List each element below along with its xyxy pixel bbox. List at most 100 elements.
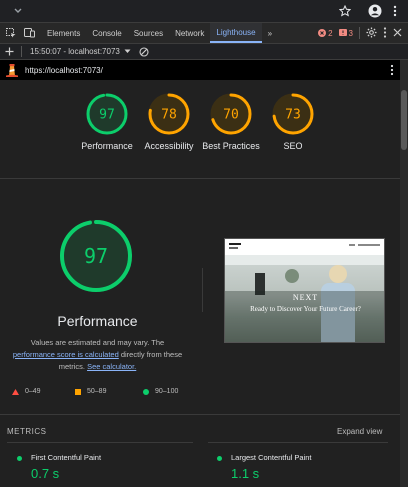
thumbnail-person-head xyxy=(329,265,347,283)
performance-note: Values are estimated and may vary. The p… xyxy=(0,337,195,373)
report-selector-value: 15:50:07 - localhost:7073 xyxy=(30,47,120,56)
tab-console-label: Console xyxy=(92,28,122,38)
lcp-metric-name: Largest Contentful Paint xyxy=(231,453,312,462)
browser-menu-icon[interactable] xyxy=(388,4,402,18)
report-selector[interactable]: 15:50:07 - localhost:7073 xyxy=(30,47,131,56)
vertical-divider xyxy=(202,268,203,312)
performance-section-title: Performance xyxy=(57,313,138,329)
note-line-1: Values are estimated and may vary. The xyxy=(30,338,165,347)
thumbnail-nav-item xyxy=(349,244,355,246)
metrics-section-label: METRICS xyxy=(7,427,47,436)
metrics-divider xyxy=(0,414,400,415)
performance-score-value: 97 xyxy=(99,108,115,123)
note-line-3: metrics. See calculator. xyxy=(0,361,195,373)
report-url-bar: https://localhost:7073/ xyxy=(0,60,400,80)
more-tabs-glyph: » xyxy=(267,28,273,38)
thumbnail-ceiling xyxy=(225,255,384,265)
legend-pass: 90–100 xyxy=(143,388,178,395)
lcp-pass-indicator xyxy=(217,456,222,461)
performance-category-label[interactable]: Performance xyxy=(72,140,142,152)
note-line-2-rest: directly from these xyxy=(118,350,183,359)
thumbnail-headline: Ready to Discover Your Future Career? xyxy=(250,305,361,313)
expand-view-toggle[interactable]: Expand view xyxy=(337,427,382,436)
legend-fail: 0–49 xyxy=(12,388,41,395)
note-line-3-pre: metrics. xyxy=(58,362,88,371)
best-practices-score-value: 70 xyxy=(223,108,239,123)
seo-score-gauge[interactable]: 73 xyxy=(271,92,315,136)
inspect-element-icon[interactable] xyxy=(0,23,20,43)
thumbnail-brand: NEXT xyxy=(292,293,319,302)
metric-row-divider-left xyxy=(7,442,193,443)
performance-large-gauge: 97 xyxy=(58,218,134,294)
metric-row-divider-right xyxy=(208,442,388,443)
accessibility-score-value: 78 xyxy=(161,108,177,123)
legend-average: 50–89 xyxy=(75,388,106,395)
fcp-metric-value: 0.7 s xyxy=(31,466,60,481)
issues-icon xyxy=(338,29,347,36)
session-divider xyxy=(21,46,22,57)
thumbnail-plant xyxy=(285,269,299,283)
error-icon xyxy=(318,29,327,37)
tab-lighthouse[interactable]: Lighthouse xyxy=(210,23,262,43)
tab-sources[interactable]: Sources xyxy=(128,23,169,43)
devtools-tab-bar: Elements Console Sources Network Lightho… xyxy=(0,22,408,44)
more-tabs-button[interactable]: » xyxy=(262,23,278,43)
devtools-toolbar-right: 2 3 xyxy=(318,23,402,43)
tab-lighthouse-label: Lighthouse xyxy=(216,27,256,37)
note-line-2: performance score is calculated directly… xyxy=(0,349,195,361)
lighthouse-session-bar: 15:50:07 - localhost:7073 xyxy=(0,44,408,60)
seo-category-label[interactable]: SEO xyxy=(258,140,328,152)
section-divider xyxy=(0,178,400,179)
thumbnail-logo-sub xyxy=(229,247,238,249)
tab-sources-label: Sources xyxy=(133,28,164,38)
bookmark-star-icon[interactable] xyxy=(338,4,352,18)
thumbnail-logo-mark xyxy=(229,243,241,245)
see-calculator-link[interactable]: See calculator. xyxy=(87,362,136,371)
lighthouse-logo-icon xyxy=(6,63,18,77)
performance-large-score: 97 xyxy=(84,244,108,268)
lcp-metric-value: 1.1 s xyxy=(231,466,260,481)
thumbnail-nav-item xyxy=(358,244,380,246)
legend-fail-range: 0–49 xyxy=(25,388,41,395)
toolbar-divider xyxy=(359,27,360,39)
legend-average-range: 50–89 xyxy=(87,388,107,395)
tab-network[interactable]: Network xyxy=(169,23,210,43)
average-square-icon xyxy=(75,388,81,395)
performance-score-gauge[interactable]: 97 xyxy=(85,92,129,136)
report-url-text[interactable]: https://localhost:7073/ xyxy=(25,66,103,75)
scrollbar-thumb[interactable] xyxy=(401,90,407,150)
profile-icon[interactable] xyxy=(368,4,382,18)
best-practices-category-label[interactable]: Best Practices xyxy=(196,140,266,152)
best-practices-score-gauge[interactable]: 70 xyxy=(209,92,253,136)
errors-counter[interactable]: 2 xyxy=(318,28,333,38)
legend-pass-range: 90–100 xyxy=(155,388,179,395)
thumbnail-hero-image: NEXT Ready to Discover Your Future Caree… xyxy=(225,255,384,342)
close-devtools-icon[interactable] xyxy=(393,28,402,39)
device-toolbar-icon[interactable] xyxy=(20,23,41,43)
tab-network-label: Network xyxy=(175,28,205,38)
browser-top-bar xyxy=(0,0,408,22)
issues-count: 3 xyxy=(348,28,353,38)
new-report-plus-icon[interactable] xyxy=(5,47,15,56)
score-calculation-link[interactable]: performance score is calculated xyxy=(13,350,119,359)
accessibility-score-gauge[interactable]: 78 xyxy=(147,92,191,136)
tab-console[interactable]: Console xyxy=(86,23,127,43)
thumbnail-site-header xyxy=(225,239,384,255)
chevron-down-icon[interactable] xyxy=(12,4,24,18)
report-scrollbar[interactable] xyxy=(400,60,408,487)
accessibility-category-label[interactable]: Accessibility xyxy=(134,140,204,152)
seo-score-value: 73 xyxy=(285,108,301,123)
report-menu-icon[interactable] xyxy=(390,64,394,78)
final-screenshot-thumbnail[interactable]: NEXT Ready to Discover Your Future Caree… xyxy=(224,238,385,343)
tab-elements[interactable]: Elements xyxy=(41,23,86,43)
settings-gear-icon[interactable] xyxy=(366,26,377,40)
devtools-menu-icon[interactable] xyxy=(383,26,387,40)
fail-triangle-icon xyxy=(12,388,19,395)
fcp-metric-name: First Contentful Paint xyxy=(31,453,102,462)
issues-counter[interactable]: 3 xyxy=(338,28,353,38)
clear-reports-icon[interactable] xyxy=(139,46,149,57)
errors-count: 2 xyxy=(328,28,333,38)
pass-circle-icon xyxy=(143,388,149,395)
fcp-pass-indicator xyxy=(17,456,22,461)
dropdown-arrow-icon xyxy=(124,49,131,53)
